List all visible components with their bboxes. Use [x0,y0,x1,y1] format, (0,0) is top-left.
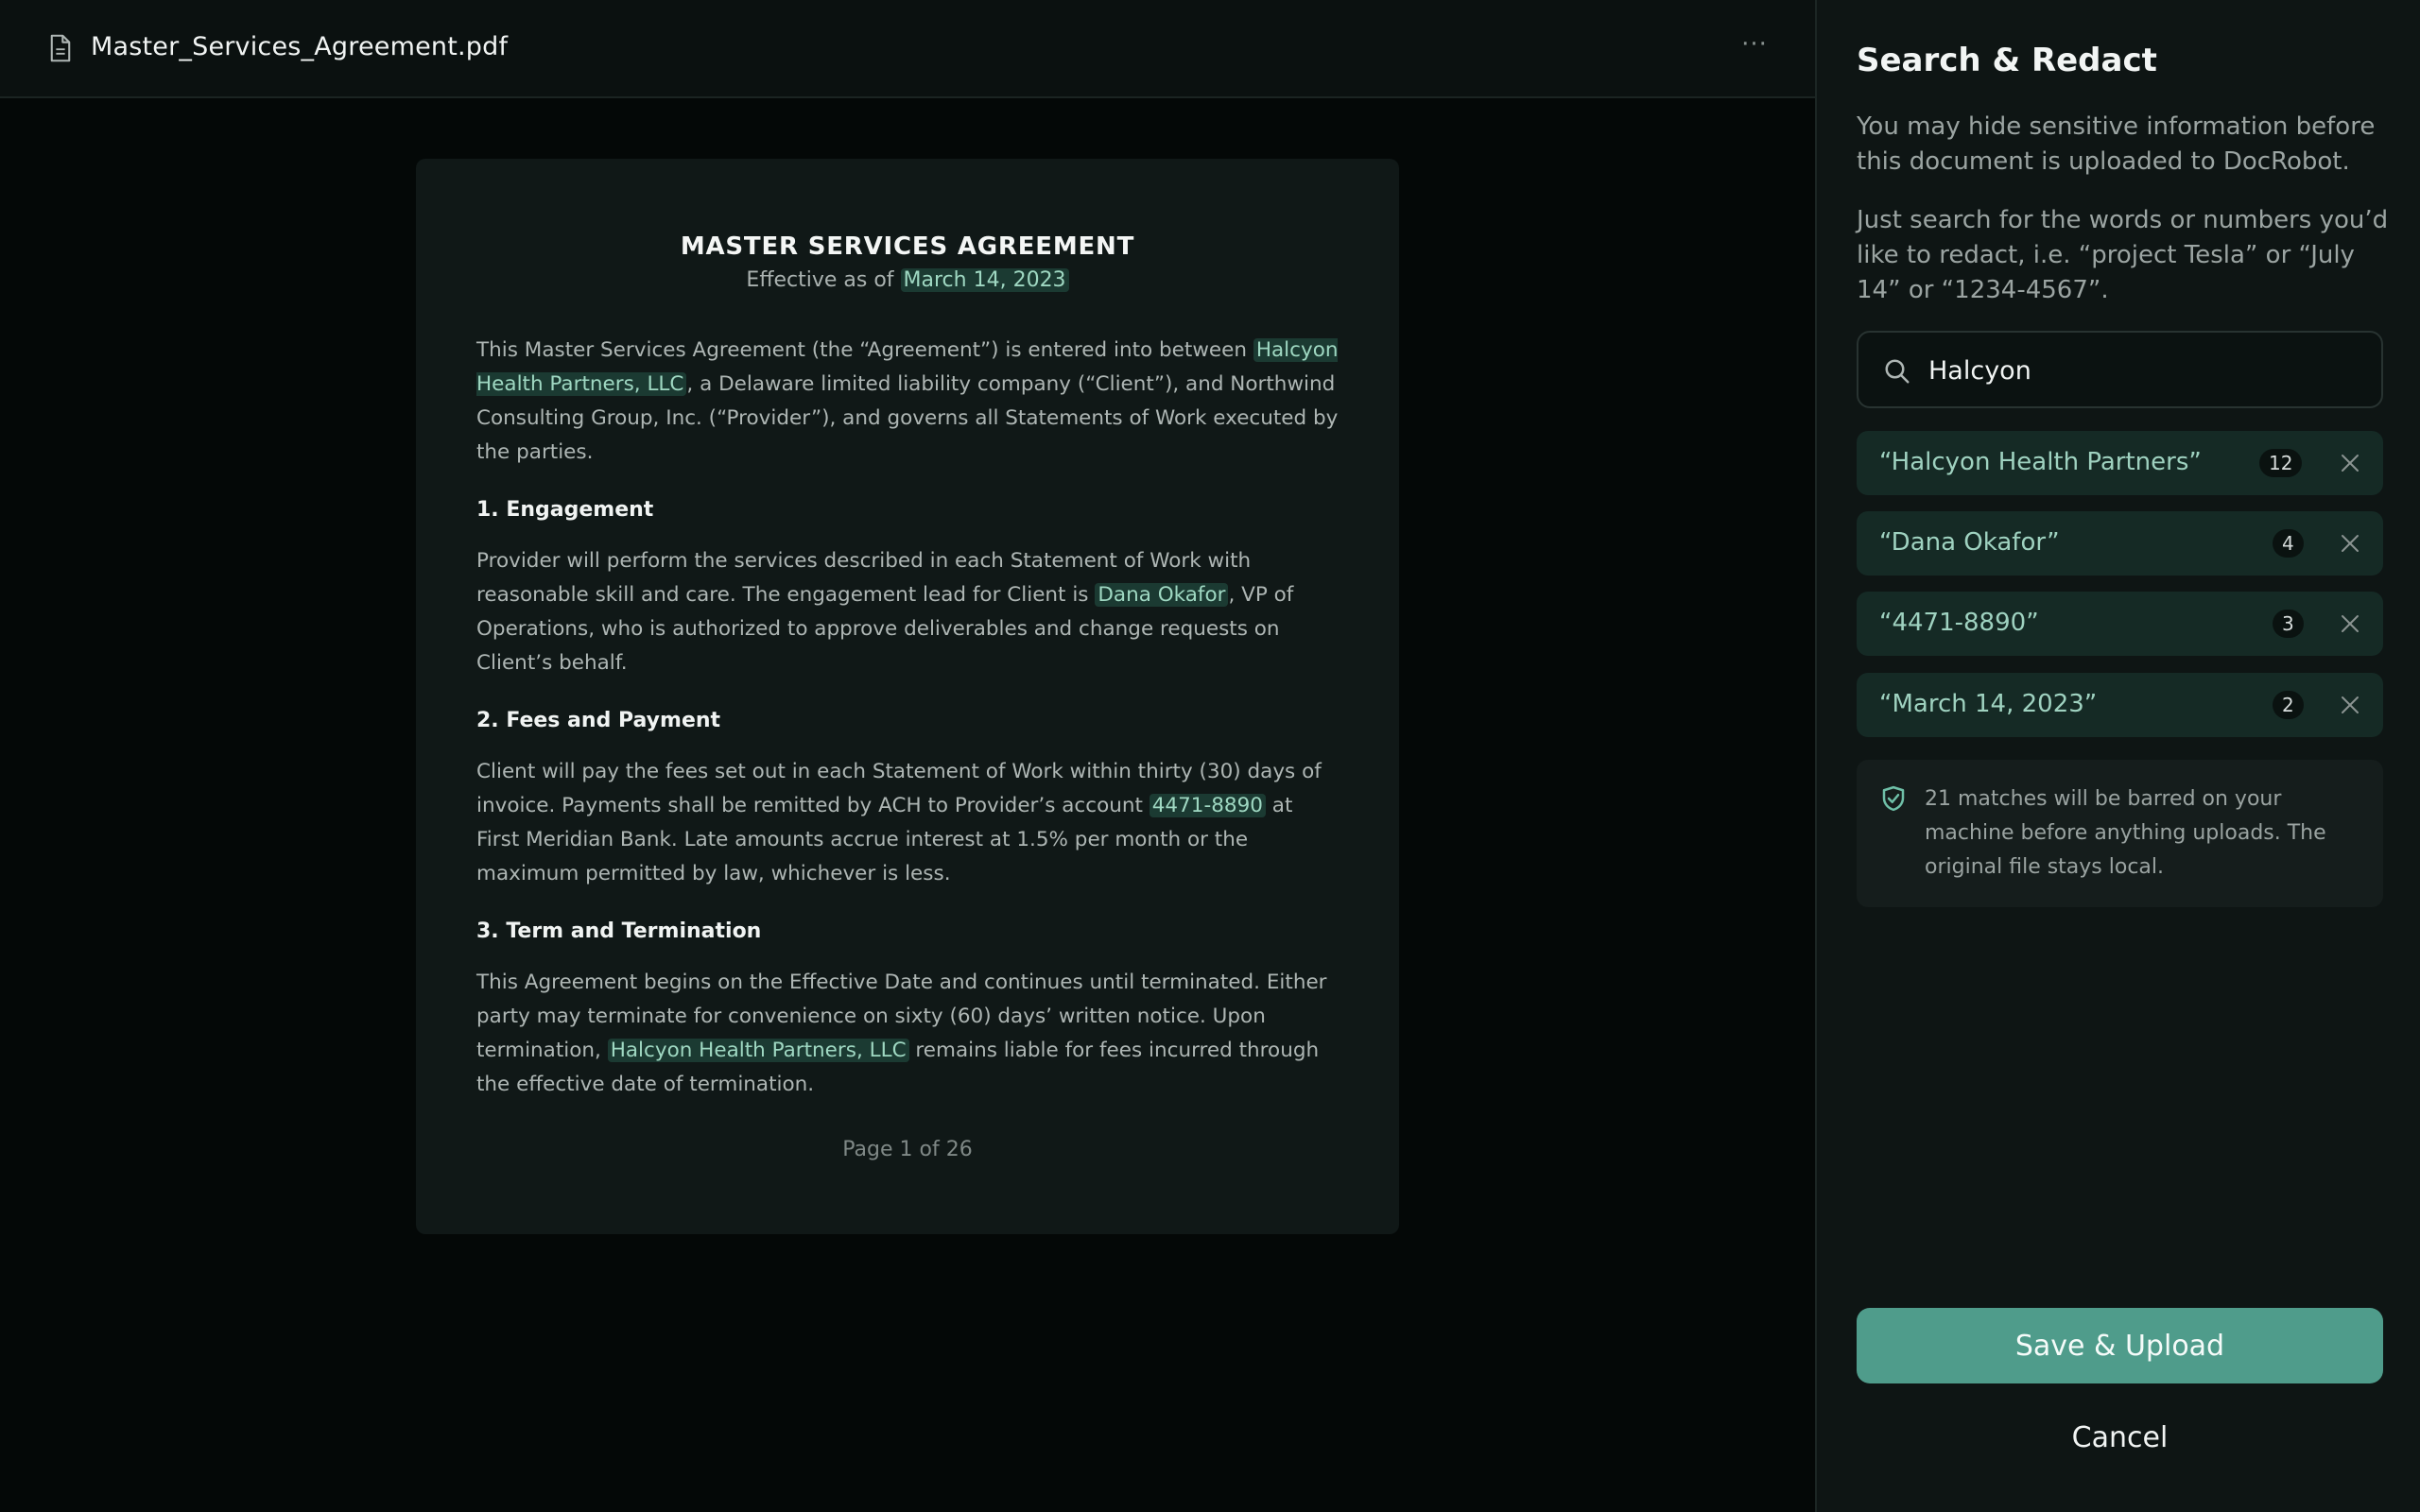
section-paragraph: This Agreement begins on the Effective D… [476,966,1339,1102]
redact-term-chip: “4471-8890” 3 [1857,592,2383,656]
document-page: MASTER SERVICES AGREEMENT Effective as o… [416,159,1399,1234]
notice-text: 21 matches will be barred on your machin… [1925,787,2326,879]
panel-description: You may hide sensitive information befor… [1857,112,2376,176]
more-options-button[interactable]: ··· [1736,32,1773,62]
section-paragraph: Client will pay the fees set out in each… [476,755,1339,891]
page-indicator: Page 1 of 26 [842,1138,973,1161]
close-icon[interactable] [2339,452,2361,474]
redaction-highlight: March 14, 2023 [900,268,1069,292]
viewer-toolbar: Master_Services_Agreement.pdf ··· [0,0,1815,98]
app: Master_Services_Agreement.pdf ··· MASTER… [0,0,2420,1512]
match-count-badge: 2 [2273,691,2304,719]
close-icon[interactable] [2339,694,2361,716]
term-label: “4471-8890” [1879,609,2039,637]
close-icon[interactable] [2339,612,2361,635]
document-title: MASTER SERVICES AGREEMENT [680,232,1135,261]
match-count-badge: 4 [2273,529,2304,558]
term-label: “March 14, 2023” [1879,690,2098,718]
shield-check-icon [1882,785,1905,812]
search-icon [1885,359,1910,384]
section-paragraph: Provider will perform the services descr… [476,544,1339,680]
match-count-badge: 3 [2273,610,2304,638]
redaction-highlight: Dana Okafor [1095,583,1229,607]
match-count-badge: 12 [2259,449,2303,477]
intro-paragraph: This Master Services Agreement (the “Agr… [476,334,1339,470]
redaction-highlight: 4471-8890 [1149,794,1266,817]
close-icon[interactable] [2339,532,2361,555]
file-name: Master_Services_Agreement.pdf [91,32,509,61]
panel-hint: Just search for the words or numbers you… [1857,206,2389,304]
cancel-button[interactable]: Cancel [1857,1414,2383,1461]
document-viewer: Master_Services_Agreement.pdf ··· MASTER… [0,0,1815,1512]
section-heading: 2. Fees and Payment [476,709,721,732]
local-redaction-notice: 21 matches will be barred on your machin… [1857,760,2383,907]
section-heading: 1. Engagement [476,498,654,522]
effective-prefix: Effective as of [746,268,901,292]
redact-term-chip: “March 14, 2023” 2 [1857,673,2383,737]
redact-term-chip: “Dana Okafor” 4 [1857,511,2383,576]
effective-date-line: Effective as of March 14, 2023 [476,268,1339,292]
search-box[interactable] [1857,331,2383,408]
save-upload-button[interactable]: Save & Upload [1857,1308,2383,1383]
paragraph-text: This Master Services Agreement (the “Agr… [476,338,1253,362]
document-icon [50,34,71,62]
section-heading: 3. Term and Termination [476,919,762,943]
search-input[interactable] [1927,346,2361,395]
redaction-highlight: Halcyon Health Partners, LLC [607,1039,909,1062]
term-label: “Halcyon Health Partners” [1879,448,2202,476]
redact-panel: Search & Redact You may hide sensitive i… [1815,0,2420,1512]
redact-term-chip: “Halcyon Health Partners” 12 [1857,431,2383,495]
term-label: “Dana Okafor” [1879,528,2060,557]
panel-title: Search & Redact [1857,42,2157,79]
